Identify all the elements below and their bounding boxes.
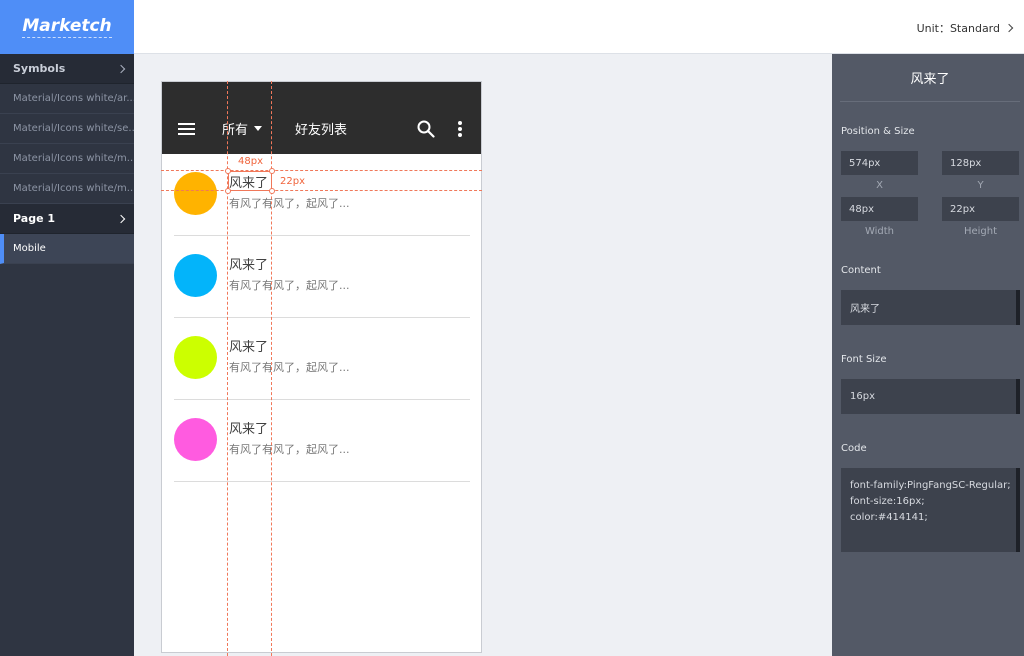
list-item[interactable]: 风来了 有风了有风了，起风了... bbox=[174, 236, 470, 318]
x-caption: X bbox=[876, 180, 883, 191]
sidebar-section-page-1[interactable]: Page 1 bbox=[0, 204, 134, 234]
code-block[interactable]: font-family:PingFangSC-Regular; font-siz… bbox=[841, 468, 1020, 552]
font-size-label: Font Size bbox=[841, 354, 887, 365]
resize-handle[interactable] bbox=[269, 188, 275, 194]
section-label: Page 1 bbox=[13, 212, 56, 225]
code-label: Code bbox=[841, 443, 867, 454]
friend-name[interactable]: 风来了 bbox=[229, 254, 268, 273]
sidebar-item-label: Material/Icons white/m... bbox=[13, 183, 134, 194]
sidebar-section-symbols[interactable]: Symbols bbox=[0, 54, 134, 84]
sidebar-item-label: Mobile bbox=[13, 243, 46, 254]
filter-dropdown[interactable]: 所有 bbox=[222, 119, 263, 138]
app-title: 好友列表 bbox=[295, 123, 348, 138]
avatar bbox=[174, 172, 217, 215]
search-icon[interactable] bbox=[417, 120, 435, 138]
height-measurement: 22px bbox=[280, 176, 305, 187]
height-caption: Height bbox=[963, 226, 998, 237]
resize-handle[interactable] bbox=[269, 168, 275, 174]
inspector-title: 风来了 bbox=[840, 54, 1020, 102]
guide-line-top bbox=[161, 170, 482, 171]
selection-box[interactable] bbox=[228, 171, 272, 191]
chevron-right-icon bbox=[1004, 23, 1014, 33]
sidebar-item-mobile[interactable]: Mobile bbox=[0, 234, 134, 264]
friend-name[interactable]: 风来了 bbox=[229, 336, 268, 355]
menu-icon[interactable] bbox=[178, 123, 195, 135]
unit-selector[interactable]: Unit：Standard bbox=[916, 20, 1014, 36]
resize-handle[interactable] bbox=[225, 168, 231, 174]
avatar bbox=[174, 418, 217, 461]
sidebar-item-symbol-3[interactable]: Material/Icons white/m... bbox=[0, 144, 134, 174]
logo-text: Marketch bbox=[22, 16, 112, 38]
content-field[interactable]: 风来了 bbox=[841, 290, 1020, 325]
friend-message: 有风了有风了，起风了... bbox=[229, 197, 350, 210]
chevron-right-icon bbox=[116, 64, 126, 73]
friend-message: 有风了有风了，起风了... bbox=[229, 279, 350, 292]
friend-message: 有风了有风了，起风了... bbox=[229, 443, 350, 456]
avatar bbox=[174, 254, 217, 297]
friend-message: 有风了有风了，起风了... bbox=[229, 361, 350, 374]
height-field[interactable]: 22px bbox=[942, 197, 1019, 221]
list-item[interactable]: 风来了 有风了有风了，起风了... bbox=[174, 154, 470, 236]
width-caption: Width bbox=[864, 226, 895, 237]
width-field[interactable]: 48px bbox=[841, 197, 918, 221]
sidebar-item-label: Material/Icons white/ar... bbox=[13, 93, 134, 104]
section-label: Symbols bbox=[13, 62, 66, 75]
top-bar: Marketch Unit：Standard bbox=[0, 0, 1024, 54]
position-size-label: Position & Size bbox=[841, 126, 915, 137]
dropdown-caret-icon bbox=[254, 126, 263, 131]
font-size-value: 16px bbox=[850, 391, 875, 402]
avatar bbox=[174, 336, 217, 379]
app-bar: 所有 好友列表 bbox=[162, 82, 481, 154]
filter-label: 所有 bbox=[222, 123, 249, 138]
mobile-artboard[interactable]: 所有 好友列表 风来了 有风了有风了，起风了... 风来了 有风了有风了，起风了… bbox=[161, 81, 482, 653]
y-caption: Y bbox=[977, 180, 984, 191]
x-field[interactable]: 574px bbox=[841, 151, 918, 175]
logo[interactable]: Marketch bbox=[0, 0, 134, 54]
sidebar-item-symbol-4[interactable]: Material/Icons white/m... bbox=[0, 174, 134, 204]
list-item[interactable]: 风来了 有风了有风了，起风了... bbox=[174, 318, 470, 400]
layer-sidebar: Symbols Material/Icons white/ar... Mater… bbox=[0, 54, 134, 656]
sidebar-item-symbol-2[interactable]: Material/Icons white/se... bbox=[0, 114, 134, 144]
code-line: color:#414141; bbox=[850, 512, 928, 523]
guide-line-bottom bbox=[161, 190, 482, 191]
friend-name[interactable]: 风来了 bbox=[229, 418, 268, 437]
sidebar-item-label: Material/Icons white/se... bbox=[13, 123, 134, 134]
width-measurement: 48px bbox=[238, 156, 263, 167]
list-item[interactable]: 风来了 有风了有风了，起风了... bbox=[174, 400, 470, 482]
inspector-panel: 风来了 Position & Size 574px 128px X Y 48px… bbox=[832, 54, 1024, 656]
unit-label: Unit：Standard bbox=[916, 22, 1000, 35]
content-value: 风来了 bbox=[850, 304, 880, 315]
sidebar-item-symbol-1[interactable]: Material/Icons white/ar... bbox=[0, 84, 134, 114]
resize-handle[interactable] bbox=[225, 188, 231, 194]
sidebar-item-label: Material/Icons white/m... bbox=[13, 153, 134, 164]
font-size-field[interactable]: 16px bbox=[841, 379, 1020, 414]
code-line: font-size:16px; bbox=[850, 496, 925, 507]
chevron-right-icon bbox=[116, 214, 126, 223]
content-label: Content bbox=[841, 265, 881, 276]
y-field[interactable]: 128px bbox=[942, 151, 1019, 175]
code-line: font-family:PingFangSC-Regular; bbox=[850, 480, 1011, 491]
more-vert-icon[interactable] bbox=[458, 121, 462, 137]
